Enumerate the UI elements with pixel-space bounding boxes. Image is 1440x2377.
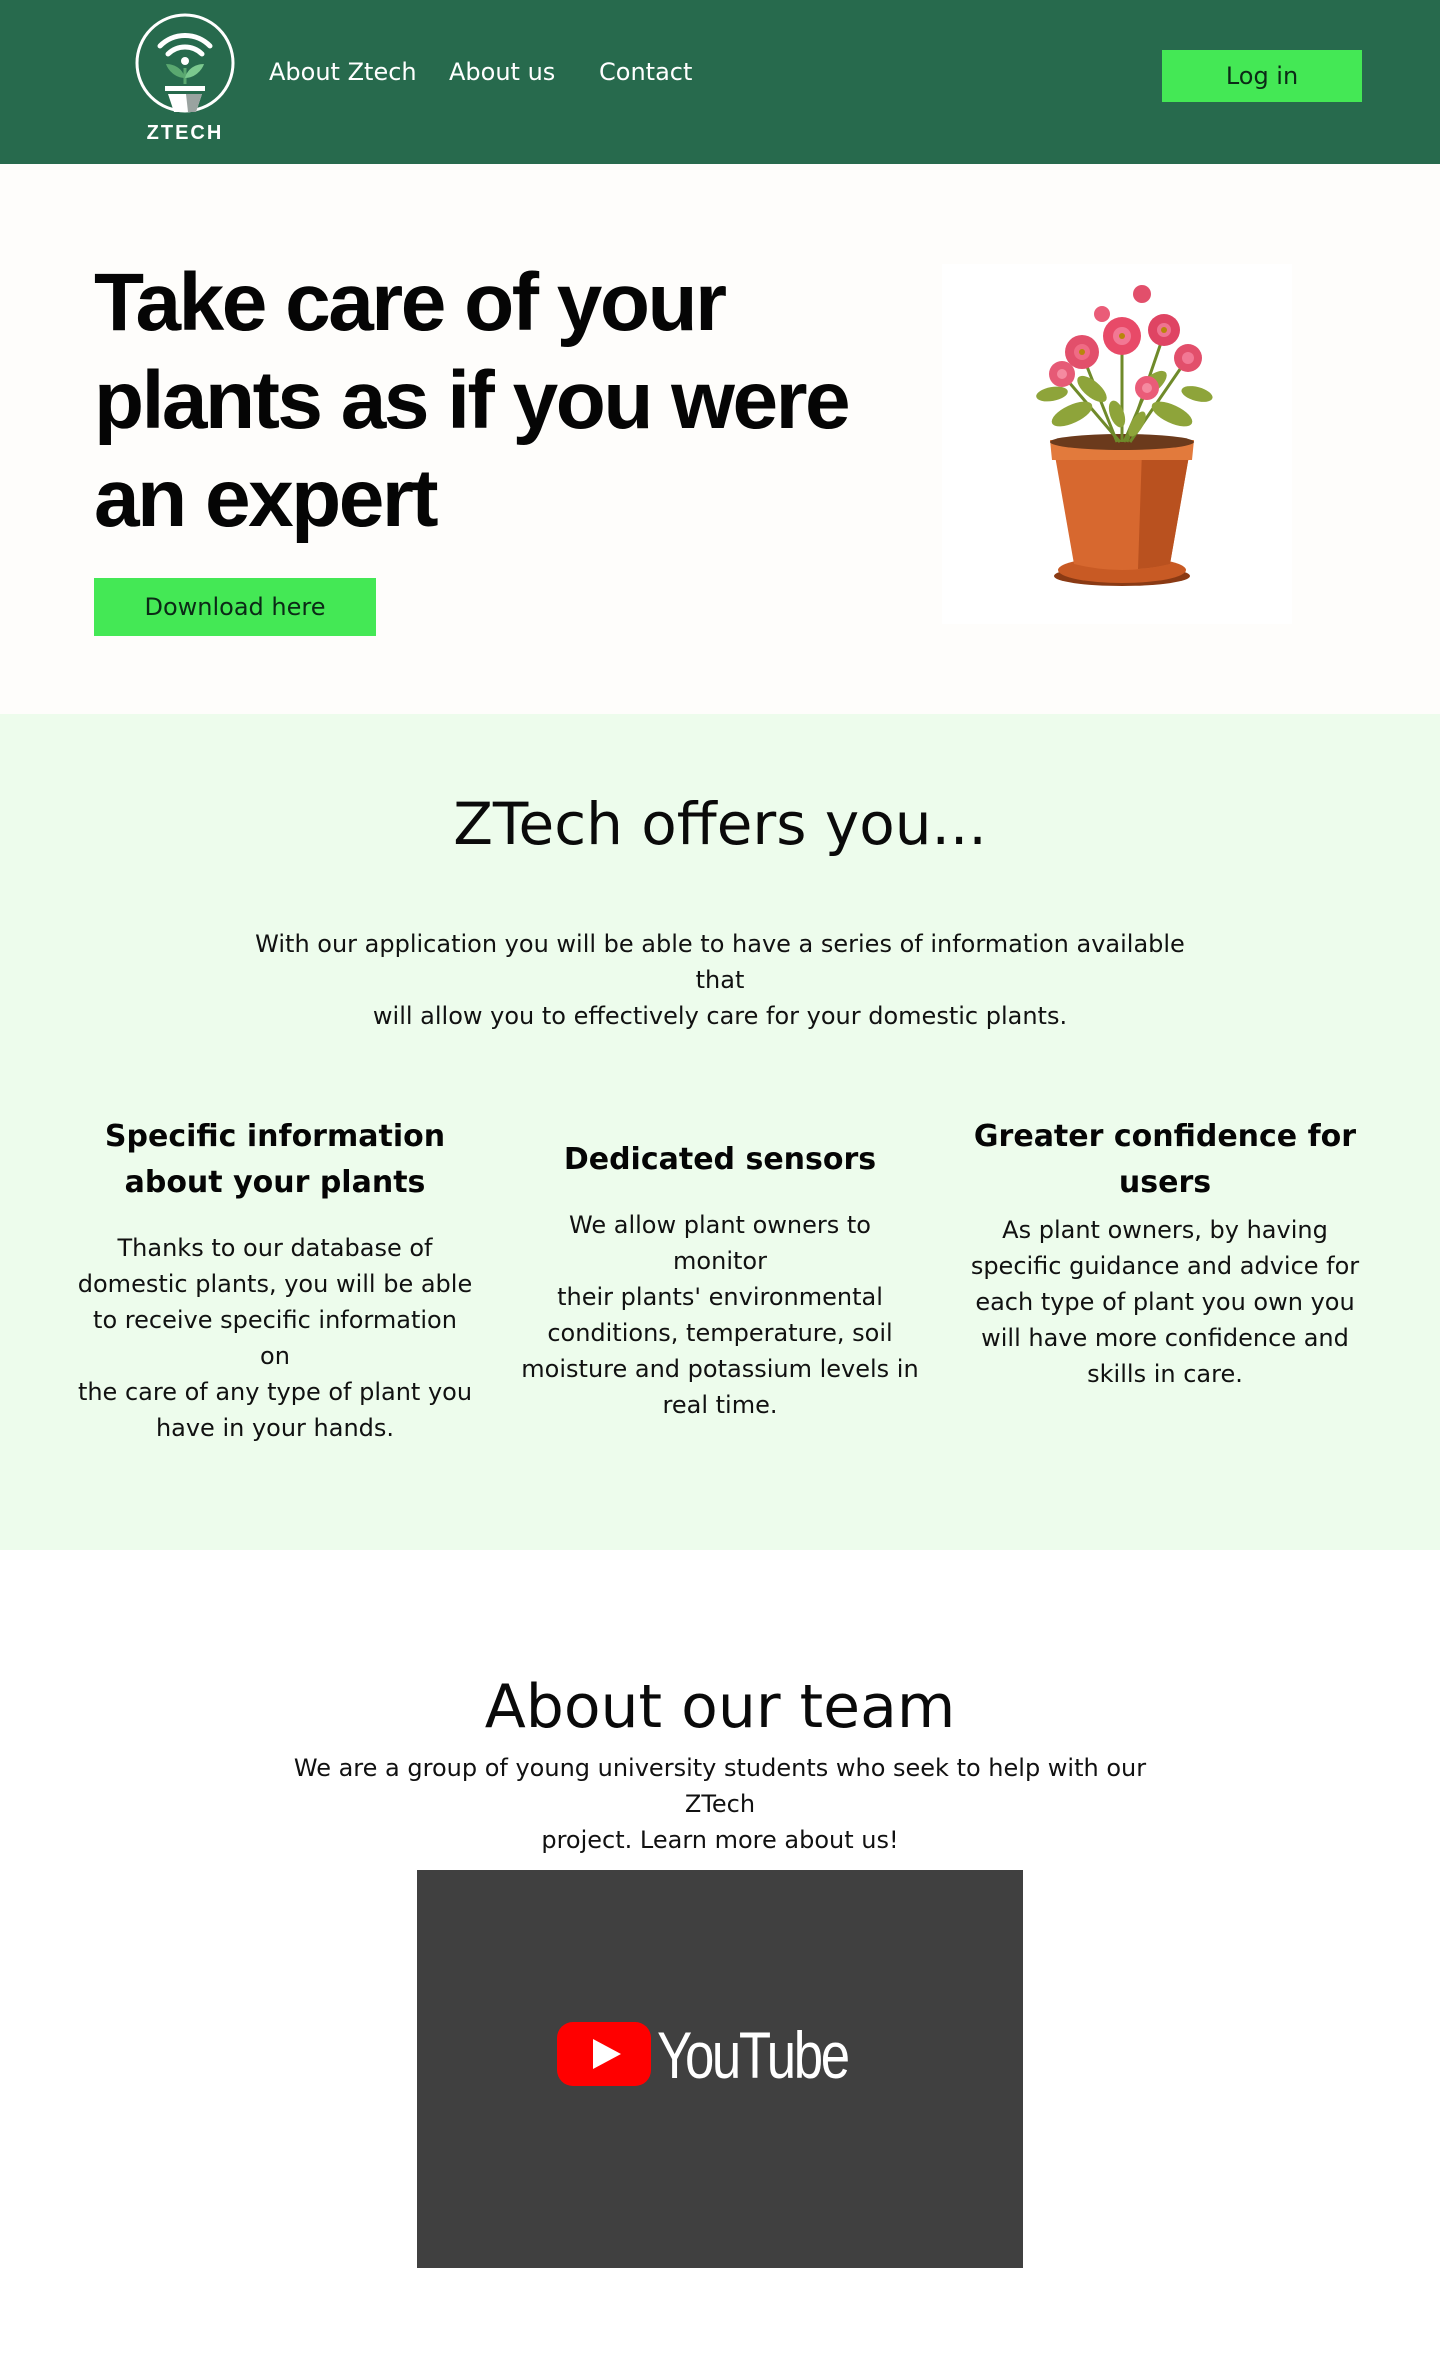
feature-text-line: We allow plant owners to monitor <box>569 1211 871 1275</box>
feature-description: Thanks to our database of domestic plant… <box>75 1230 475 1446</box>
offers-section: ZTech offers you... With our application… <box>0 714 1440 1550</box>
hero-title-line: an expert <box>94 453 439 544</box>
team-description: We are a group of young university stude… <box>260 1750 1180 1858</box>
feature-description: We allow plant owners to monitor their p… <box>520 1207 920 1423</box>
youtube-logo: YouTube <box>555 2020 855 2090</box>
hero-title-line: plants as if you were <box>94 355 851 446</box>
hero-title-line: Take care of your <box>94 257 727 348</box>
feature-greater-confidence: Greater confidence for users As plant ow… <box>965 1114 1365 1392</box>
offers-title: ZTech offers you... <box>453 790 987 858</box>
hero-plant-image <box>942 264 1292 624</box>
site-header: ZTECH About Ztech About us Contact Log i… <box>0 0 1440 164</box>
feature-text-line: have in your hands. <box>155 1414 395 1442</box>
offers-intro: With our application you will be able to… <box>230 926 1210 1034</box>
feature-text-line: will have more confidence and <box>981 1324 1349 1352</box>
download-button[interactable]: Download here <box>94 578 376 636</box>
feature-text-line: skills in care. <box>1087 1360 1243 1388</box>
login-button[interactable]: Log in <box>1162 50 1362 102</box>
team-title: About our team <box>484 1672 956 1742</box>
nav-about-ztech[interactable]: About Ztech <box>269 58 417 86</box>
feature-text-line: real time. <box>662 1391 778 1419</box>
feature-text-line: conditions, temperature, soil <box>547 1319 893 1347</box>
feature-text-line: domestic plants, you will be able <box>77 1270 473 1298</box>
feature-specific-information: Specific information about your plants T… <box>75 1114 475 1446</box>
ztech-logo-icon <box>135 13 235 113</box>
feature-title-line: Greater confidence for <box>973 1119 1357 1154</box>
potted-flower-plant-icon <box>1036 285 1213 586</box>
team-text-line: project. Learn more about us! <box>541 1826 899 1854</box>
feature-dedicated-sensors: Dedicated sensors We allow plant owners … <box>520 1137 920 1423</box>
feature-title-line: about your plants <box>124 1165 426 1200</box>
youtube-video-embed[interactable]: YouTube <box>417 1870 1023 2268</box>
nav-about-us[interactable]: About us <box>449 58 555 86</box>
offers-intro-line: With our application you will be able to… <box>255 930 1185 994</box>
feature-text-line: their plants' environmental <box>557 1283 883 1311</box>
feature-text-line: As plant owners, by having <box>1002 1216 1328 1244</box>
feature-title-line: Dedicated sensors <box>563 1142 877 1177</box>
team-text-line: We are a group of young university stude… <box>293 1754 1147 1818</box>
offers-intro-line: will allow you to effectively care for y… <box>372 1002 1068 1030</box>
nav-contact[interactable]: Contact <box>599 58 692 86</box>
feature-text-line: specific guidance and advice for <box>970 1252 1360 1280</box>
feature-title-line: Specific information <box>104 1119 446 1154</box>
ztech-logo[interactable]: ZTECH <box>130 8 240 148</box>
hero-title: Take care of your plants as if you were … <box>94 254 854 548</box>
feature-title: Greater confidence for users <box>965 1114 1365 1206</box>
team-section: About our team We are a group of young u… <box>0 1550 1440 2377</box>
logo-wordmark: ZTECH <box>146 122 224 144</box>
feature-text-line: to receive specific information on <box>93 1306 457 1370</box>
feature-title-line: users <box>1118 1165 1212 1200</box>
feature-text-line: Thanks to our database of <box>117 1234 433 1262</box>
feature-description: As plant owners, by having specific guid… <box>965 1212 1365 1392</box>
feature-text-line: moisture and potassium levels in <box>521 1355 919 1383</box>
feature-text-line: each type of plant you own you <box>975 1288 1355 1316</box>
youtube-wordmark: YouTube <box>657 2018 850 2092</box>
feature-text-line: the care of any type of plant you <box>77 1378 473 1406</box>
feature-title: Dedicated sensors <box>520 1137 920 1183</box>
feature-title: Specific information about your plants <box>75 1114 475 1206</box>
hero-section: Take care of your plants as if you were … <box>0 164 1440 714</box>
